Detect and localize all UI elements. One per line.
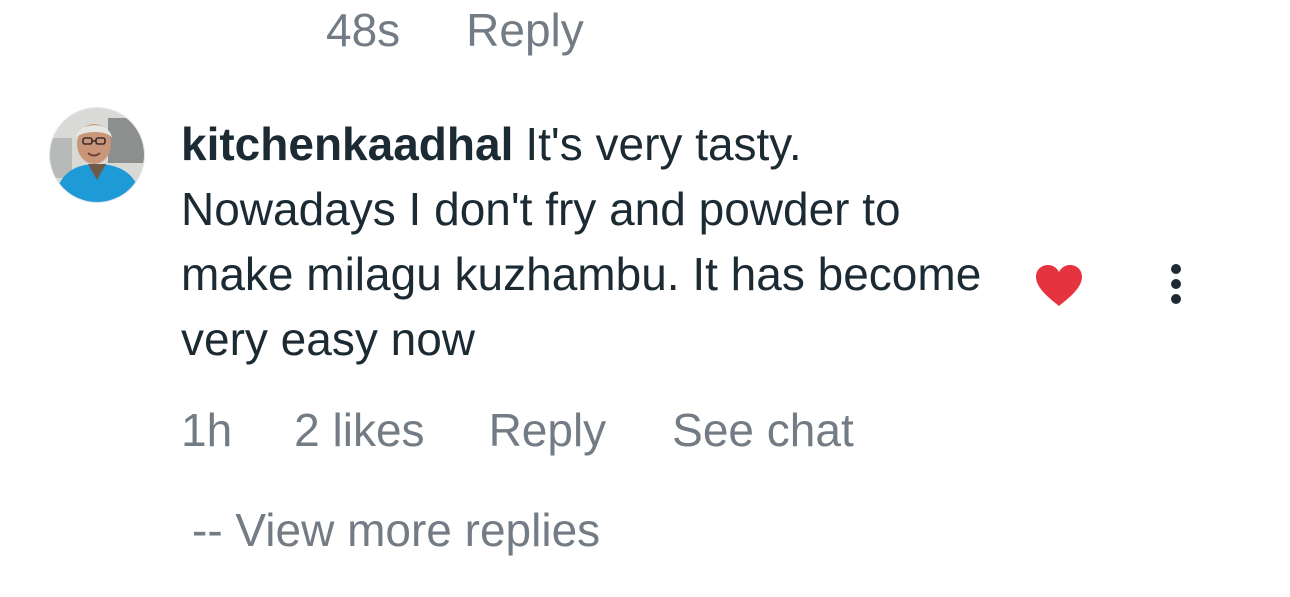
avatar-image [50, 108, 144, 202]
see-chat-button[interactable]: See chat [672, 403, 854, 457]
previous-comment-reply-button[interactable]: Reply [466, 3, 584, 57]
view-more-replies-button[interactable]: -- View more replies [192, 500, 600, 560]
heart-icon [1036, 265, 1082, 306]
likes-count-button[interactable]: 2 likes [294, 403, 424, 457]
comment-meta: 1h 2 likes Reply See chat [181, 400, 854, 460]
comment-username[interactable]: kitchenkaadhal [181, 118, 513, 170]
comment-body: kitchenkaadhal It's very tasty. Nowadays … [181, 112, 1001, 372]
previous-comment-meta: 48s Reply [326, 2, 584, 58]
previous-comment-time: 48s [326, 4, 401, 56]
reply-button[interactable]: Reply [489, 403, 607, 457]
comment-time: 1h [181, 404, 233, 456]
like-button[interactable] [1034, 264, 1084, 308]
comment-options-button[interactable] [1160, 262, 1192, 308]
avatar[interactable] [50, 108, 144, 202]
more-vertical-icon [1171, 264, 1181, 304]
